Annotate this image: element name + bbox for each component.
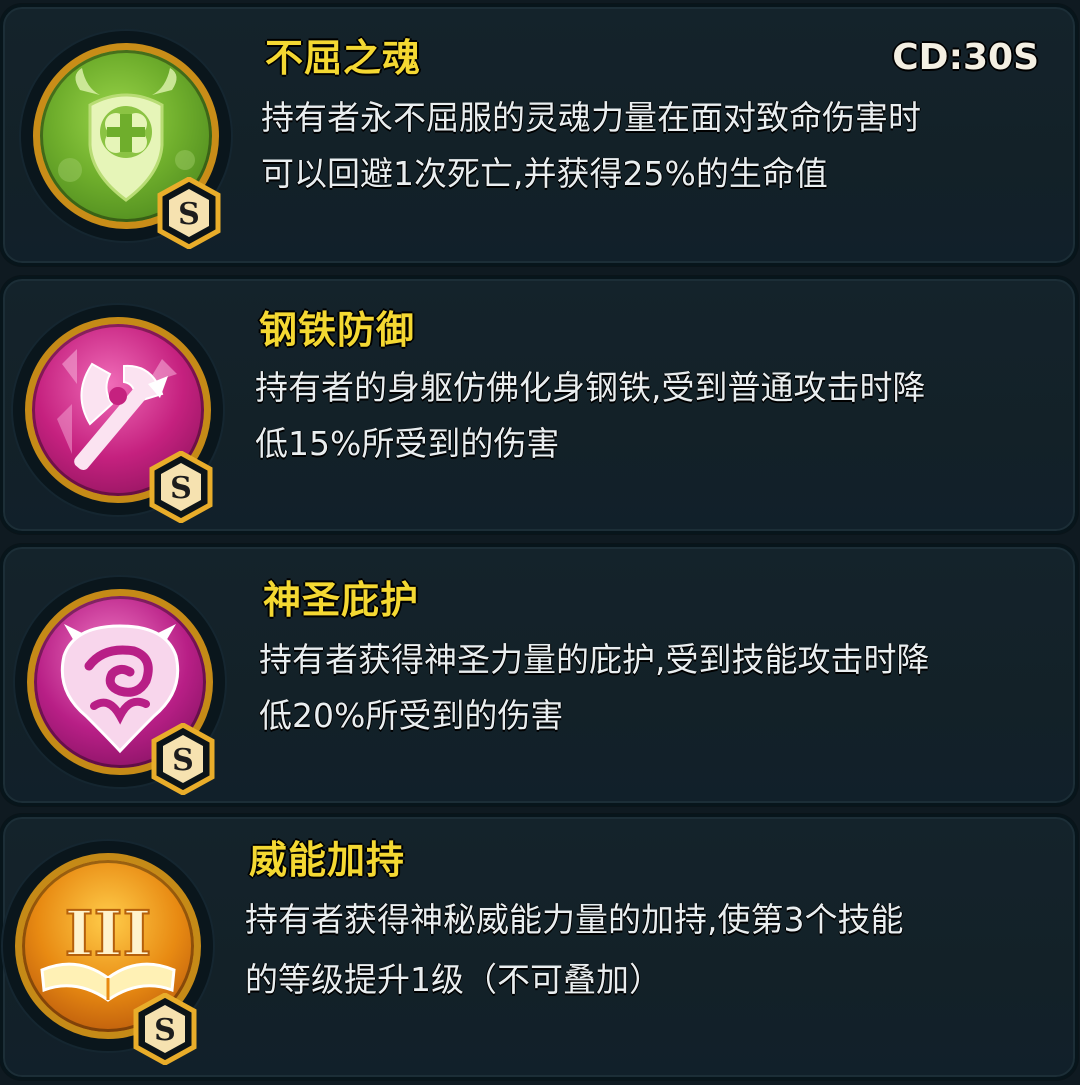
skill-description-line-1: 持有者获得神圣力量的庇护,受到技能攻击时降 <box>259 640 930 679</box>
skill-description-line-1: 持有者的身躯仿佛化身钢铁,受到普通攻击时降 <box>255 368 926 407</box>
skill-icon-frame[interactable]: III S <box>3 841 213 1065</box>
cooldown-label: CD:30S <box>892 37 1039 78</box>
skill-card-1[interactable]: S 不屈之魂 CD:30S 持有者永不屈服的灵魂力量在面对致命伤害时 可以回避1… <box>0 4 1078 266</box>
skill-description-line-2: 可以回避1次死亡,并获得25%的生命值 <box>261 154 828 193</box>
skill-title: 不屈之魂 <box>265 36 422 80</box>
svg-text:S: S <box>178 197 200 232</box>
skill-title: 神圣庇护 <box>263 578 420 622</box>
skill-icon-frame[interactable]: S <box>15 577 225 795</box>
skill-card-3[interactable]: S 神圣庇护 持有者获得神圣力量的庇护,受到技能攻击时降 低20%所受到的伤害 <box>0 544 1078 806</box>
skill-description-line-1: 持有者永不屈服的灵魂力量在面对致命伤害时 <box>261 98 921 137</box>
skill-title: 钢铁防御 <box>259 308 416 352</box>
grade-s-badge: S <box>149 451 213 523</box>
skill-icon-frame[interactable]: S <box>13 305 223 523</box>
svg-text:S: S <box>170 471 192 506</box>
skill-icon-frame[interactable]: S <box>21 31 231 249</box>
grade-s-badge: S <box>133 993 197 1065</box>
skill-card-2[interactable]: S 钢铁防御 持有者的身躯仿佛化身钢铁,受到普通攻击时降 低15%所受到的伤害 <box>0 276 1078 534</box>
skill-description-line-2: 低15%所受到的伤害 <box>255 424 560 463</box>
skill-title: 威能加持 <box>249 838 406 882</box>
skill-description-line-1: 持有者获得神秘威能力量的加持,使第3个技能 <box>245 900 904 939</box>
grade-s-badge: S <box>157 177 221 249</box>
skill-description-line-2: 低20%所受到的伤害 <box>259 696 564 735</box>
skill-card-4[interactable]: III S 威能加持 持有者获得神秘威能力量的加持,使第3个技能 的等级提升1级… <box>0 814 1078 1080</box>
grade-s-badge: S <box>151 723 215 795</box>
skill-description-line-2: 的等级提升1级（不可叠加） <box>245 960 662 999</box>
svg-text:S: S <box>154 1013 176 1048</box>
svg-text:S: S <box>172 743 194 778</box>
svg-text:III: III <box>64 897 151 970</box>
